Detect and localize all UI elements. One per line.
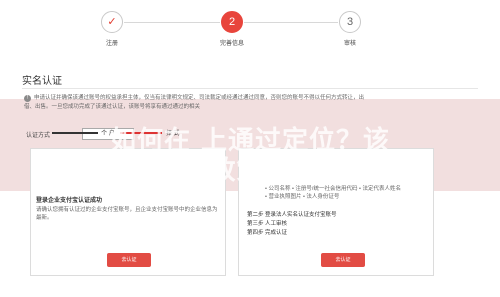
check-icon: ✓ bbox=[101, 11, 123, 33]
go-auth-button[interactable]: 去认证 bbox=[321, 253, 365, 267]
go-auth-button[interactable]: 去认证 bbox=[107, 253, 151, 267]
watermark-title-line-2: 流程与政策深度解析 bbox=[128, 156, 372, 186]
notice-line-1: 申请认证并确保该通过账号的权益承担主体，仅当有法律明文规定、司法裁定或经通过通过… bbox=[34, 95, 365, 101]
notice-line-2: 借、出售。一旦您成功完成了该通过认证，该账号将享有通过通过的相关 bbox=[24, 104, 201, 110]
step-register: ✓ 注册 bbox=[82, 11, 142, 47]
step-number: 3 bbox=[339, 11, 361, 33]
step-progress: ✓ 注册 2 完善信息 3 审核 bbox=[0, 8, 500, 50]
divider bbox=[22, 88, 478, 89]
card-description: 请确认您拥有认证过的企业支付宝账号，且企业支付宝账号中的企业信息为最新。 bbox=[36, 207, 218, 221]
card-title: 登录企业支付宝认证成功 bbox=[36, 198, 103, 204]
step-complete-info: 2 完善信息 bbox=[202, 11, 262, 47]
list-item: 第三步 人工审核 bbox=[247, 221, 288, 227]
step-label: 注册 bbox=[105, 41, 118, 47]
step-label: 审核 bbox=[343, 41, 356, 47]
list-item: 第四步 完成认证 bbox=[247, 230, 288, 236]
info-icon: ! bbox=[24, 95, 31, 102]
page: ✓ 注册 2 完善信息 3 审核 实名认证 ! 申请认证并确保该通过账号的权益承担… bbox=[0, 0, 500, 297]
list-item: 第二步 登录法人实名认证支付宝账号 bbox=[247, 212, 337, 218]
notice-text: ! 申请认证并确保该通过账号的权益承担主体，仅当有法律明文规定、司法裁定或经通过通… bbox=[24, 94, 470, 112]
step-number: 2 bbox=[221, 11, 243, 33]
list-item: • 营业执照图片 • 法人身份证号 bbox=[265, 194, 340, 200]
required-info-list: • 公司名称 • 注册号/统一社会信用代码 • 法定代表人姓名 • 营业执照图片… bbox=[265, 185, 401, 201]
step-label: 完善信息 bbox=[219, 41, 244, 47]
step-review: 3 审核 bbox=[320, 11, 380, 47]
corner-fade bbox=[454, 248, 500, 297]
auth-steps-list: 第二步 登录法人实名认证支付宝账号 第三步 人工审核 第四步 完成认证 bbox=[247, 211, 337, 238]
page-title: 实名认证 bbox=[22, 76, 62, 87]
